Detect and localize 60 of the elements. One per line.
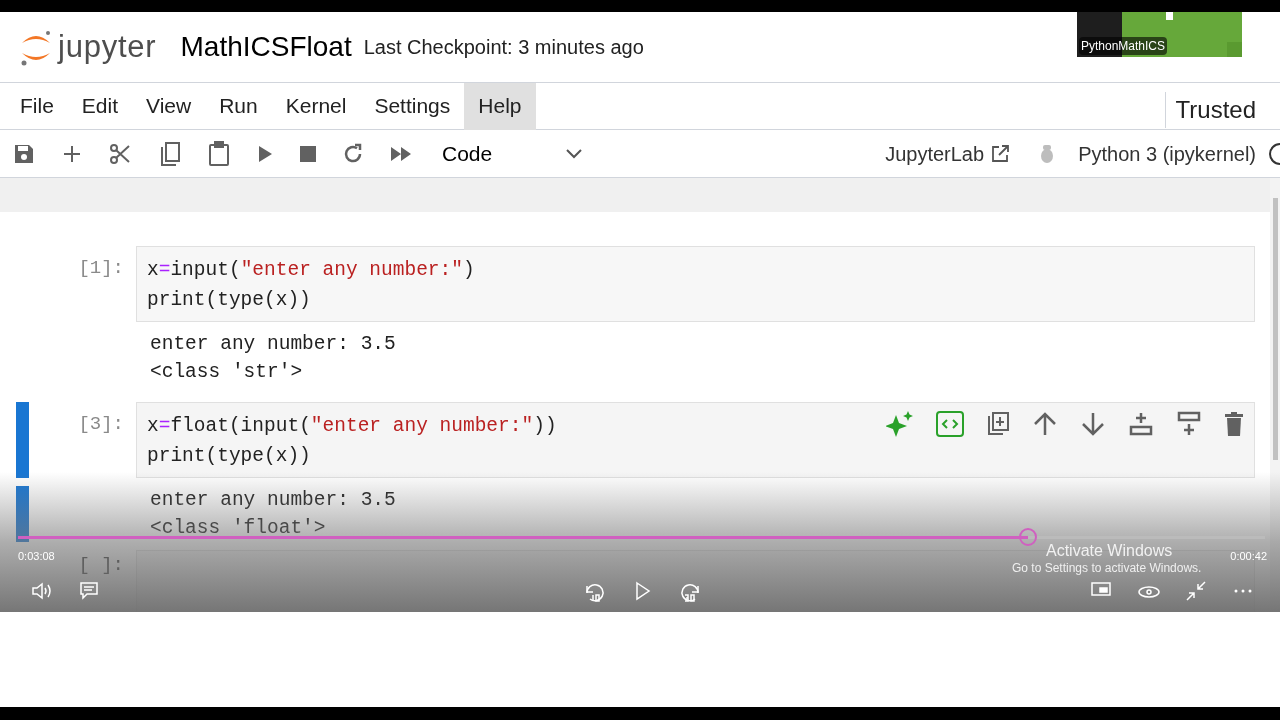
menu-item[interactable]: Kernel: [271, 82, 361, 130]
cell-prompt: [3]:: [78, 412, 124, 436]
restart-icon[interactable]: [342, 142, 364, 165]
menu-item[interactable]: Help: [464, 82, 536, 130]
more-icon[interactable]: [1234, 589, 1252, 593]
kernel-name[interactable]: Python 3 (ipykernel): [1078, 138, 1256, 169]
code-line: x=float(input("enter any number:")): [147, 414, 557, 439]
fast-forward-icon[interactable]: [390, 145, 412, 162]
insert-above-icon[interactable]: [1128, 411, 1154, 437]
cell-type-dropdown[interactable]: Code: [442, 137, 582, 170]
active-cell-bar: [16, 486, 29, 542]
menu-item[interactable]: Run: [205, 82, 272, 130]
activation-notice-title: Activate Windows: [1046, 542, 1173, 560]
output-line: <class 'float'>: [150, 516, 327, 541]
output-line: enter any number: 3.5: [150, 488, 396, 513]
output-line: <class 'str'>: [150, 360, 304, 385]
rewind-10-icon[interactable]: [583, 581, 607, 605]
arrow-up-icon[interactable]: [1032, 411, 1058, 437]
duplicate-icon[interactable]: [986, 412, 1010, 436]
trash-icon[interactable]: [1224, 412, 1244, 436]
play-icon[interactable]: [635, 581, 651, 601]
add-icon[interactable]: [62, 143, 82, 164]
miniplayer-icon[interactable]: [1091, 581, 1111, 597]
external-link-icon: [990, 143, 1011, 164]
jupyterlab-link[interactable]: JupyterLab: [885, 138, 1011, 169]
cell-prompt: [1]:: [78, 256, 124, 280]
code-cell-input[interactable]: x=float(input("enter any number:")) print(type(x)): [136, 402, 1255, 478]
kernel-status-icon: [1266, 141, 1280, 166]
notebook-title[interactable]: MathICSFloat: [180, 26, 352, 68]
stop-icon[interactable]: [300, 145, 316, 162]
chevron-down-icon: [566, 148, 582, 159]
output-line: enter any number: 3.5: [150, 332, 396, 357]
code-line: print(type(x)): [147, 288, 311, 313]
code-cell-input[interactable]: x=input("enter any number:") print(type(x)): [136, 246, 1255, 322]
cell-prompt: [ ]:: [78, 556, 124, 574]
scissors-icon[interactable]: [108, 141, 132, 166]
captions-icon[interactable]: [79, 581, 99, 601]
arrow-down-icon[interactable]: [1080, 411, 1106, 437]
menu-item[interactable]: File: [6, 82, 68, 130]
elapsed-time: 0:03:08: [18, 549, 55, 564]
sparkle-icon[interactable]: [886, 411, 914, 437]
exit-fullscreen-icon[interactable]: [1186, 581, 1206, 601]
logo-text: jupyter: [58, 27, 157, 66]
code-line: print(type(x)): [147, 444, 311, 469]
play-icon[interactable]: [256, 143, 274, 164]
clipboard-icon[interactable]: [208, 140, 230, 167]
activation-notice-text: Go to Settings to activate Windows.: [1012, 561, 1202, 575]
code-icon[interactable]: [936, 411, 964, 437]
insert-below-icon[interactable]: [1176, 411, 1202, 437]
checkpoint-text: Last Checkpoint: 3 minutes ago: [363, 35, 644, 60]
progress-handle[interactable]: [1019, 528, 1038, 546]
code-line: x=input("enter any number:"): [147, 258, 475, 283]
menu-item[interactable]: Settings: [360, 82, 465, 130]
webcam-label: PythonMathICS: [1079, 37, 1168, 55]
copy-icon[interactable]: [158, 140, 182, 167]
volume-icon[interactable]: [31, 581, 53, 601]
remaining-time: 0:00:42: [1230, 549, 1267, 564]
menu-item[interactable]: View: [132, 82, 206, 130]
menu-item[interactable]: Edit: [67, 82, 133, 130]
forward-30-icon[interactable]: [678, 581, 702, 605]
